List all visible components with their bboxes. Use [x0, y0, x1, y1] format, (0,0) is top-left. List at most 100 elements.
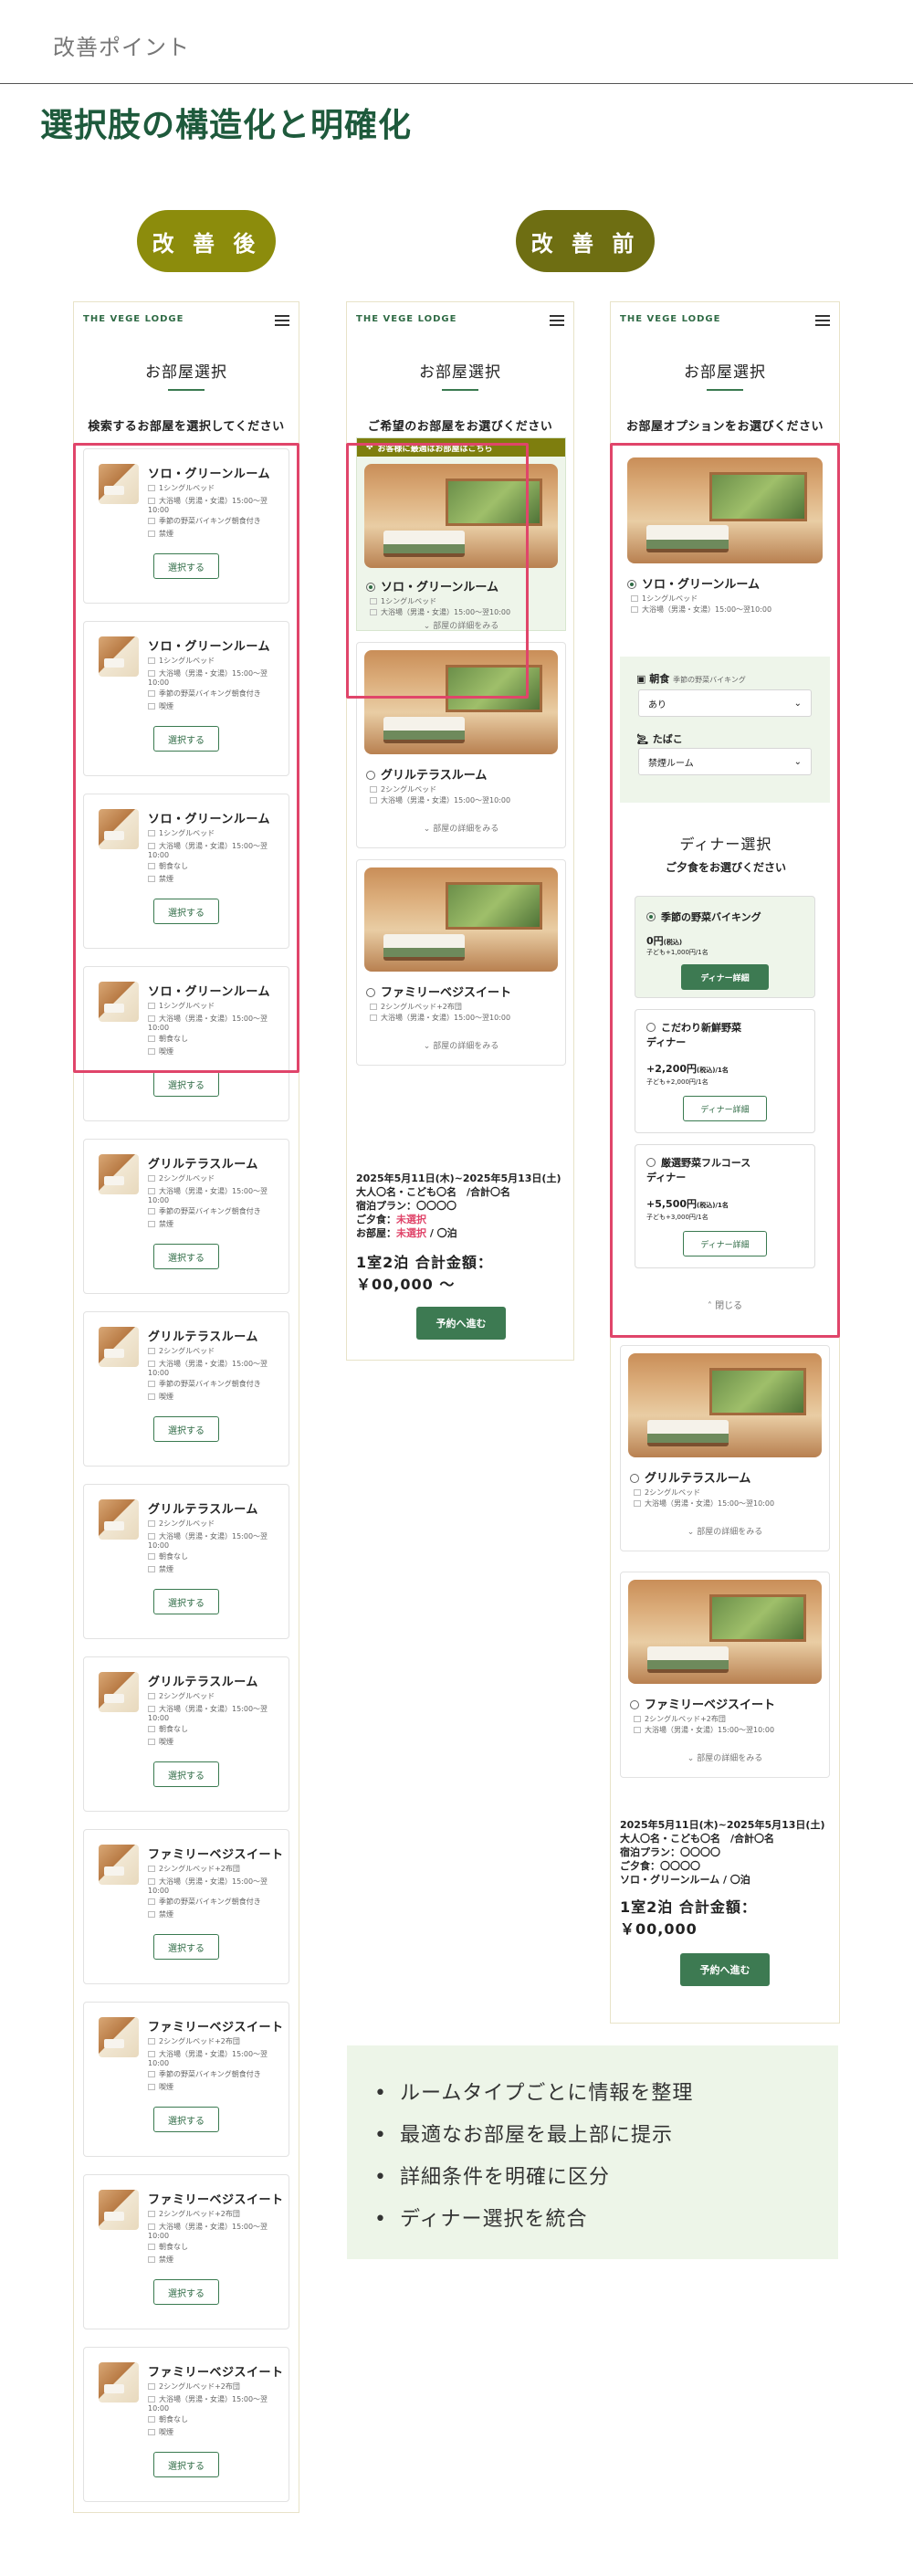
room-name: ファミリーベジスイート: [148, 2366, 284, 2380]
radio-icon[interactable]: [366, 988, 375, 997]
room-name[interactable]: グリルテラスルーム: [366, 765, 487, 783]
radio-icon[interactable]: [630, 1474, 639, 1483]
select-button[interactable]: 選択する: [153, 1934, 219, 1960]
app-header: THE VEGE LODGE: [74, 302, 299, 333]
room-thumbnail: [99, 1154, 139, 1194]
total-price: 1室2泊 合計金額： ￥00,000: [620, 1898, 757, 1938]
hamburger-icon[interactable]: [550, 315, 564, 326]
room-option-card[interactable]: グリルテラスルーム 2シングルベッド 大浴場（男湯・女湯）15:00〜翌10:00 朝…: [83, 1656, 289, 1812]
room-info-line: 2シングルベッド+2布団: [634, 1715, 825, 1724]
room-info-line: 朝食なし: [148, 1552, 283, 1561]
radio-icon[interactable]: [630, 1700, 639, 1709]
highlight-box: [346, 443, 529, 699]
room-detail-link[interactable]: ⌄ 部屋の詳細をみる: [621, 1525, 829, 1537]
room-name: ファミリーベジスイート: [148, 1848, 284, 1862]
room-info-line: 2シングルベッド: [148, 1519, 283, 1529]
room-info-line: 2シングルベッド+2布団: [148, 2037, 283, 2046]
room-thumbnail: [99, 2362, 139, 2403]
room-info-line: 大浴場（男湯・女湯）15:00〜翌10:00: [148, 2395, 268, 2413]
hamburger-icon[interactable]: [815, 315, 830, 326]
bullet-item: ルームタイプごとに情報を整理: [374, 2073, 693, 2115]
reserve-button[interactable]: 予約へ進む: [680, 1953, 770, 1986]
room-option-card[interactable]: グリルテラスルーム 2シングルベッド 大浴場（男湯・女湯）15:00〜翌10:00 季…: [83, 1139, 289, 1294]
room-option-card[interactable]: ファミリーベジスイート 2シングルベッド+2布団 大浴場（男湯・女湯）15:00〜翌…: [83, 2347, 289, 2502]
room-option-card[interactable]: グリルテラスルーム 2シングルベッド 大浴場（男湯・女湯）15:00〜翌10:00 季…: [83, 1311, 289, 1467]
select-button[interactable]: 選択する: [153, 1071, 219, 1097]
room-info-line: 大浴場（男湯・女湯）15:00〜翌10:00: [148, 1187, 268, 1204]
room-info-line: 2シングルベッド: [634, 1488, 825, 1498]
room-info-line: 季節の野菜バイキング朝食付き: [148, 1380, 283, 1389]
room-name: グリルテラスルーム: [148, 1676, 258, 1689]
room-card[interactable]: ファミリーベジスイート 2シングルベッド+2布団 大浴場（男湯・女湯）15:00…: [356, 859, 566, 1066]
room-thumbnail: [99, 1672, 139, 1712]
room-info-line: 2シングルベッド+2布団: [370, 1003, 561, 1012]
room-info-line: 2シングルベッド+2布団: [148, 1865, 283, 1874]
app-header: THE VEGE LODGE: [347, 302, 573, 333]
room-option-card[interactable]: ファミリーベジスイート 2シングルベッド+2布団大浴場（男湯・女湯）15:00〜翌…: [83, 1829, 289, 1984]
bullet-item: 最適なお部屋を最上部に提示: [374, 2115, 693, 2157]
room-info-line: 季節の野菜バイキング朝食付き: [148, 2070, 283, 2079]
bullet-item: ディナー選択を統合: [374, 2199, 693, 2241]
radio-icon[interactable]: [366, 771, 375, 780]
room-detail-link[interactable]: ⌄ 部屋の詳細をみる: [357, 1039, 565, 1051]
room-detail-link[interactable]: ⌄ 部屋の詳細をみる: [621, 1751, 829, 1763]
page-header: 改善ポイント: [0, 0, 913, 84]
section-label: 改善ポイント: [53, 35, 190, 60]
room-info-line: 喫煙: [148, 2428, 283, 2437]
room-info-line: 大浴場（男湯・女湯）15:00〜翌10:00: [370, 1014, 561, 1023]
room-photo: [364, 867, 558, 972]
screen-subtitle: お部屋オプションをお選びください: [625, 420, 824, 434]
before-label: 改 善 前: [516, 210, 655, 272]
reserve-button[interactable]: 予約へ進む: [416, 1307, 506, 1340]
room-info-line: 大浴場（男湯・女湯）15:00〜翌10:00: [148, 1877, 268, 1895]
room-card[interactable]: ファミリーベジスイート 2シングルベッド+2布団 大浴場（男湯・女湯）15:00…: [620, 1572, 830, 1778]
total-price: 1室2泊 合計金額： ￥00,000 〜: [356, 1254, 493, 1293]
room-name: グリルテラスルーム: [148, 1503, 258, 1517]
room-info-line: 禁煙: [148, 2255, 283, 2265]
select-button[interactable]: 選択する: [153, 1244, 219, 1269]
room-info-line: 喫煙: [148, 2083, 283, 2092]
select-button[interactable]: 選択する: [153, 1589, 219, 1614]
room-info-line: 季節の野菜バイキング朝食付き: [148, 1898, 283, 1907]
select-button[interactable]: 選択する: [153, 1416, 219, 1442]
select-button[interactable]: 選択する: [153, 1761, 219, 1787]
logo: THE VEGE LODGE: [83, 314, 184, 324]
room-name[interactable]: ファミリーベジスイート: [630, 1695, 775, 1712]
highlight-box: [73, 443, 299, 1073]
select-button[interactable]: 選択する: [153, 2279, 219, 2305]
room-name: ファミリーベジスイート: [148, 2193, 284, 2207]
room-name[interactable]: ファミリーベジスイート: [366, 983, 511, 1000]
room-info-line: 大浴場（男湯・女湯）15:00〜翌10:00: [148, 1532, 268, 1550]
room-info-line: 2シングルベッド: [370, 785, 561, 794]
room-thumbnail: [99, 1845, 139, 1885]
room-info-line: 大浴場（男湯・女湯）15:00〜翌10:00: [634, 1499, 825, 1509]
select-button[interactable]: 選択する: [153, 2107, 219, 2132]
room-photo: [628, 1580, 822, 1684]
room-info-line: 大浴場（男湯・女湯）15:00〜翌10:00: [148, 2223, 268, 2240]
room-info-line: 大浴場（男湯・女湯）15:00〜翌10:00: [370, 796, 561, 805]
room-thumbnail: [99, 2017, 139, 2057]
room-info-line: 2シングルベッド: [148, 1692, 283, 1701]
room-option-card[interactable]: ファミリーベジスイート 2シングルベッド+2布団 大浴場（男湯・女湯）15:00〜翌…: [83, 2002, 289, 2157]
room-name: グリルテラスルーム: [148, 1330, 258, 1344]
room-info-line: 2シングルベッド: [148, 1347, 283, 1356]
room-option-card[interactable]: グリルテラスルーム 2シングルベッド大浴場（男湯・女湯）15:00〜翌10:00 朝…: [83, 1484, 289, 1639]
bullet-item: 詳細条件を明確に区分: [374, 2157, 693, 2199]
room-card[interactable]: グリルテラスルーム 2シングルベッド 大浴場（男湯・女湯）15:00〜翌10:0…: [620, 1345, 830, 1551]
room-detail-link[interactable]: ⌄ 部屋の詳細をみる: [357, 822, 565, 834]
hamburger-icon[interactable]: [275, 315, 289, 326]
title-underline: [168, 389, 205, 391]
select-button[interactable]: 選択する: [153, 2452, 219, 2477]
room-info-line: 喫煙: [148, 1393, 283, 1402]
room-info-line: 大浴場（男湯・女湯）15:00〜翌10:00: [148, 2050, 268, 2067]
page-title: 選択肢の構造化と明確化: [40, 107, 413, 144]
room-info-line: 禁煙: [148, 1220, 283, 1229]
room-info-line: 禁煙: [148, 1910, 283, 1919]
room-info-line: 朝食なし: [148, 1725, 283, 1734]
screen-subtitle: ご希望のお部屋をお選びください: [367, 420, 553, 434]
room-option-card[interactable]: ファミリーベジスイート 2シングルベッド+2布団 大浴場（男湯・女湯）15:00〜翌…: [83, 2174, 289, 2329]
room-name[interactable]: グリルテラスルーム: [630, 1468, 750, 1486]
logo: THE VEGE LODGE: [620, 314, 721, 324]
screen-title: お部屋選択: [684, 363, 766, 382]
screen-title: お部屋選択: [419, 363, 501, 382]
